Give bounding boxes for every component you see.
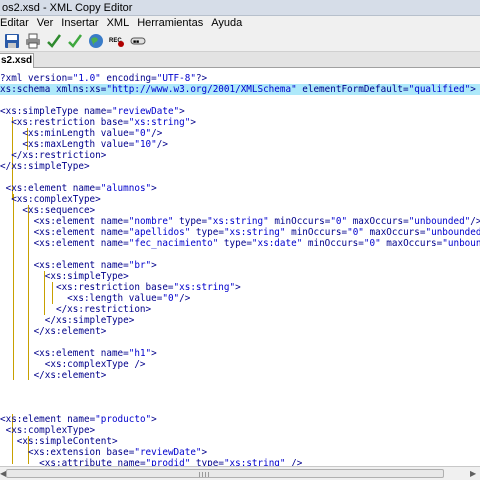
print-icon <box>26 33 40 48</box>
browser-globe-icon <box>89 33 103 48</box>
check-wellformed-button[interactable] <box>45 32 63 50</box>
code-line[interactable] <box>0 249 480 260</box>
menu-ver[interactable]: Ver <box>37 16 60 30</box>
menu-xml[interactable]: XML <box>107 16 136 30</box>
code-line[interactable] <box>0 392 480 403</box>
validate-button[interactable] <box>66 32 84 50</box>
stop-macro-button[interactable]: ■■ <box>129 32 147 50</box>
code-line[interactable]: </xs:simpleType> <box>0 161 480 172</box>
code-line[interactable]: </xs:restriction> <box>0 150 480 161</box>
menu-ayuda[interactable]: Ayuda <box>211 16 248 30</box>
print-button[interactable] <box>24 32 42 50</box>
code-line[interactable]: <xs:restriction base="xs:string"> <box>0 117 480 128</box>
code-line[interactable]: <xs:simpleType> <box>0 271 480 282</box>
menu-herramientas[interactable]: Herramientas <box>137 16 209 30</box>
code-line[interactable]: <xs:element name="apellidos" type="xs:st… <box>0 227 480 238</box>
code-line[interactable]: <xs:length value="0"/> <box>0 293 480 304</box>
code-line[interactable]: xs:schema xmlns:xs="http://www.w3.org/20… <box>0 84 480 95</box>
title-bar: os2.xsd - XML Copy Editor <box>0 0 480 16</box>
scrollbar-thumb[interactable] <box>6 469 444 478</box>
browser-button[interactable] <box>87 32 105 50</box>
code-line[interactable] <box>0 337 480 348</box>
code-line[interactable]: <xs:element name="br"> <box>0 260 480 271</box>
code-line[interactable]: </xs:simpleType> <box>0 315 480 326</box>
code-line[interactable] <box>0 403 480 414</box>
code-line[interactable]: <xs:element name="producto"> <box>0 414 480 425</box>
record-macro-button[interactable]: REC <box>108 32 126 50</box>
stop-macro-icon: ■■ <box>130 37 146 45</box>
rec-macro-icon: REC <box>109 38 124 47</box>
code-line[interactable]: <xs:simpleContent> <box>0 436 480 447</box>
code-line[interactable]: ?xml version="1.0" encoding="UTF-8"?> <box>0 73 480 84</box>
code-line[interactable]: <xs:simpleType name="reviewDate"> <box>0 106 480 117</box>
validate-icon <box>68 33 83 48</box>
code-line[interactable]: <xs:element name="alumnos"> <box>0 183 480 194</box>
code-line[interactable]: <xs:complexType /> <box>0 359 480 370</box>
tab-label: s2.xsd <box>1 55 33 66</box>
code-line[interactable]: <xs:restriction base="xs:string"> <box>0 282 480 293</box>
scroll-right-arrow-icon[interactable]: ▶ <box>470 469 476 479</box>
code-line[interactable] <box>0 95 480 106</box>
code-line[interactable] <box>0 381 480 392</box>
code-line[interactable]: <xs:extension base="reviewDate"> <box>0 447 480 458</box>
code-line[interactable]: </xs:element> <box>0 370 480 381</box>
menu-editar[interactable]: Editar <box>0 16 35 30</box>
tab-bar: s2.xsd <box>0 52 480 68</box>
code-line[interactable]: </xs:restriction> <box>0 304 480 315</box>
menu-bar: Editar Ver Insertar XML Herramientas Ayu… <box>0 16 480 30</box>
code-line[interactable]: <xs:maxLength value="10"/> <box>0 139 480 150</box>
code-line[interactable]: <xs:sequence> <box>0 205 480 216</box>
code-line[interactable]: </xs:element> <box>0 326 480 337</box>
menu-insertar[interactable]: Insertar <box>61 16 104 30</box>
code-line[interactable]: <xs:minLength value="0"/> <box>0 128 480 139</box>
check-wellformed-icon <box>47 33 62 48</box>
tab-file[interactable]: s2.xsd <box>0 53 34 68</box>
save-icon <box>5 33 19 48</box>
code-line[interactable]: <xs:element name="fec_nacimiento" type="… <box>0 238 480 249</box>
save-button[interactable] <box>3 32 21 50</box>
toolbar: REC ■■ <box>0 30 480 52</box>
grip-icon <box>199 472 209 477</box>
code-line[interactable]: <xs:element name="nombre" type="xs:strin… <box>0 216 480 227</box>
code-line[interactable]: <xs:complexType> <box>0 194 480 205</box>
code-line[interactable] <box>0 172 480 183</box>
horizontal-scrollbar[interactable]: ◀ ▶ <box>0 466 480 480</box>
svg-text:■■: ■■ <box>133 39 139 45</box>
code-line[interactable]: <xs:element name="h1"> <box>0 348 480 359</box>
code-line[interactable]: <xs:attribute name="prodid" type="xs:str… <box>0 458 480 466</box>
code-line[interactable]: <xs:complexType> <box>0 425 480 436</box>
code-editor[interactable]: ?xml version="1.0" encoding="UTF-8"?> xs:… <box>0 68 480 466</box>
window-title: os2.xsd - XML Copy Editor <box>2 2 133 14</box>
